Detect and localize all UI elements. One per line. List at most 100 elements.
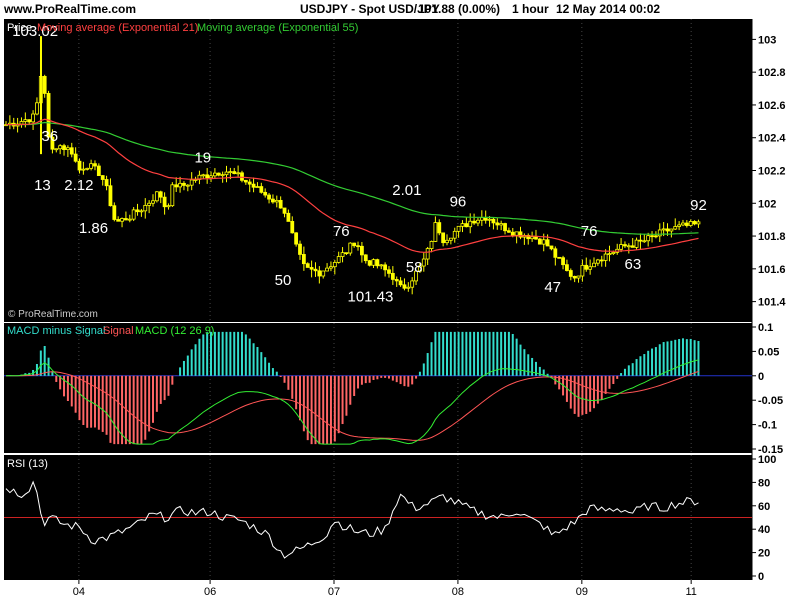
candle-body: [65, 147, 70, 150]
candle-body: [332, 262, 337, 268]
candle-body: [367, 260, 372, 266]
price-annotation: 92: [690, 197, 707, 214]
candle-body: [151, 200, 155, 204]
candle-body: [344, 252, 349, 255]
candle-body: [460, 223, 465, 227]
macd-y-tick-label: 0: [758, 371, 764, 383]
candle-body: [23, 119, 28, 122]
macd-y-tick-label: -0.1: [758, 420, 777, 432]
candle-body: [170, 184, 175, 207]
candle-body: [421, 258, 426, 267]
candle-body: [298, 243, 302, 255]
candle-body: [476, 219, 480, 224]
candle-body: [394, 279, 399, 282]
candle-body: [495, 222, 500, 226]
candle-body: [313, 268, 318, 272]
candle-body: [584, 264, 589, 270]
candle-body: [692, 221, 697, 225]
candle-body: [54, 148, 59, 151]
candle-body: [681, 222, 685, 226]
x-tick-label: 09: [576, 586, 588, 598]
watermark: © ProRealTime.com: [8, 309, 98, 320]
price-y-tick-label: 101.6: [758, 264, 786, 276]
candle-body: [437, 222, 442, 234]
candle-body: [565, 264, 569, 271]
candle-body: [654, 235, 658, 238]
trading-chart[interactable]: 04 06 07 08 09 11 101.4 101.6 101.8 102 102.2 102.4…: [0, 0, 800, 600]
price-y-tick-label: 102: [758, 198, 776, 210]
candle-body: [479, 217, 484, 221]
candle-body: [669, 228, 674, 232]
candle-body: [626, 245, 631, 248]
candle-body: [468, 220, 473, 228]
candle-body: [429, 241, 434, 250]
candle-body: [236, 172, 241, 175]
candle-body: [162, 196, 167, 208]
candle-body: [661, 228, 666, 231]
candle-body: [572, 276, 577, 279]
candle-body: [205, 174, 210, 179]
candle-body: [406, 286, 411, 289]
candle-body: [127, 218, 132, 221]
candle-body: [309, 267, 314, 270]
rsi-y-tick-label: 100: [758, 454, 776, 466]
candle-body: [220, 174, 225, 177]
macd-y-tick-label: 0.1: [758, 322, 773, 334]
candle-body: [553, 248, 558, 258]
candle-body: [282, 207, 287, 214]
candle-body: [646, 235, 651, 242]
price-annotation: 19: [194, 149, 211, 166]
candle-body: [224, 171, 229, 176]
price-y-tick-label: 102.4: [758, 133, 786, 145]
candle-body: [402, 284, 407, 289]
candle-body: [352, 242, 357, 247]
candle-body: [321, 270, 326, 277]
candle-body: [607, 253, 612, 256]
candle-body: [507, 230, 511, 233]
candle-body: [379, 264, 384, 267]
candle-body: [503, 223, 507, 232]
candle-body: [557, 256, 562, 259]
candle-body: [31, 113, 35, 123]
price-annotation: 47: [544, 279, 561, 296]
price-annotation: 58: [406, 259, 423, 276]
price-panel: [4, 19, 752, 322]
price-y-tick-label: 101.4: [758, 297, 786, 309]
candle-body: [259, 186, 264, 193]
candle-body: [255, 186, 260, 188]
candle-body: [104, 179, 109, 187]
price-annotation: 2.01: [392, 182, 421, 199]
candle-body: [143, 204, 148, 212]
candle-body: [340, 252, 345, 257]
candle-body: [116, 219, 121, 222]
candle-body: [243, 179, 248, 183]
candle-body: [336, 256, 341, 263]
candle-body: [147, 202, 152, 206]
candle-body: [96, 165, 101, 176]
candle-body: [356, 245, 360, 248]
candle-body: [623, 244, 627, 247]
candle-body: [240, 172, 244, 181]
price-annotation: 96: [450, 194, 467, 211]
candle-body: [603, 253, 608, 261]
candle-body: [588, 266, 593, 270]
price-y-tick-label: 102.2: [758, 166, 786, 178]
candle-body: [329, 266, 333, 269]
candle-body: [561, 257, 565, 266]
candle-body: [510, 231, 515, 236]
candle-body: [696, 221, 701, 225]
rsi-y-tick-label: 20: [758, 548, 770, 560]
candle-body: [576, 275, 581, 279]
candle-body: [599, 259, 604, 262]
candle-body: [638, 239, 643, 242]
price-y-tick-label: 101.8: [758, 231, 786, 243]
candle-body: [580, 264, 585, 277]
candle-body: [363, 254, 368, 262]
rsi-y-tick-label: 40: [758, 524, 770, 536]
rsi-y-tick-label: 60: [758, 501, 770, 513]
legend-signal: Signal: [103, 325, 134, 337]
candle-body: [305, 263, 310, 268]
rsi-y-tick-label: 0: [758, 571, 764, 583]
candle-body: [537, 238, 542, 245]
candle-body: [592, 262, 596, 268]
